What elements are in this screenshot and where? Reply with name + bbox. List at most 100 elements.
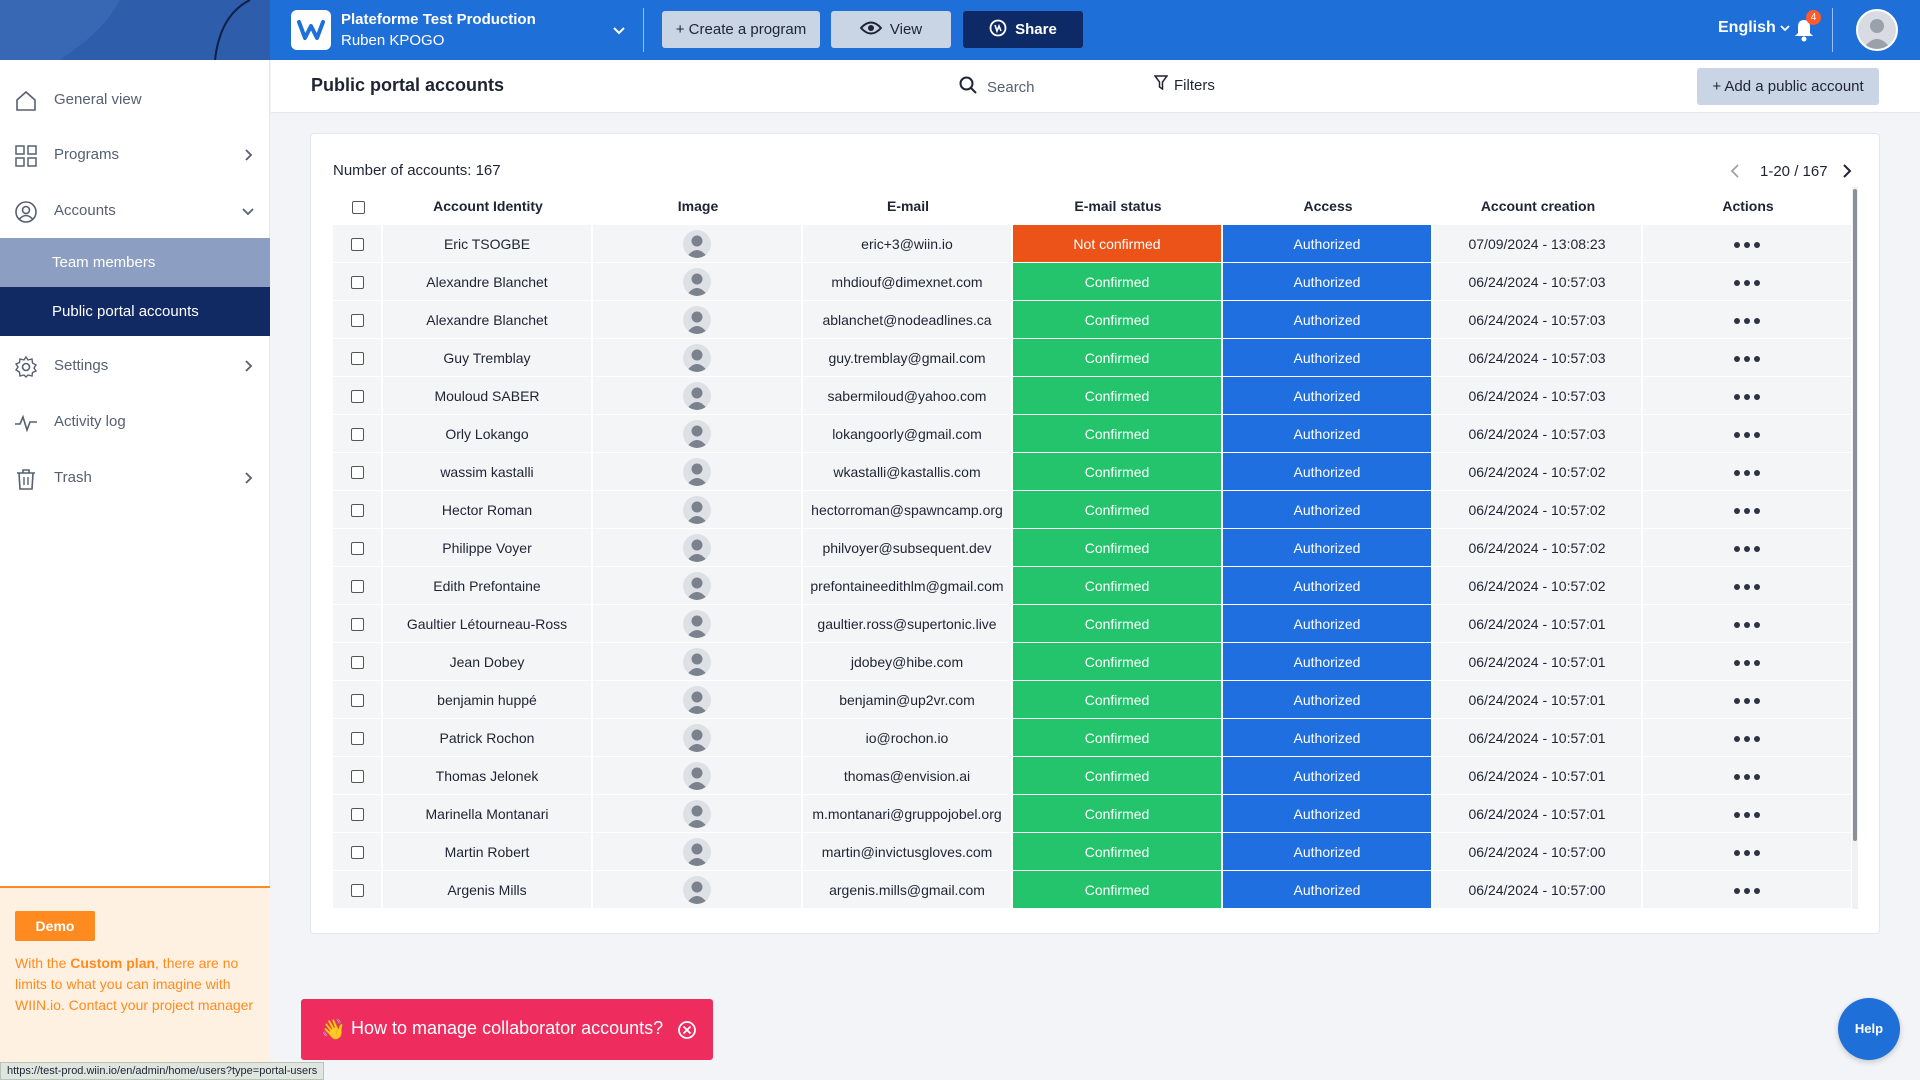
more-actions-icon[interactable]: [1734, 583, 1760, 590]
more-actions-icon[interactable]: [1734, 773, 1760, 780]
more-actions-icon[interactable]: [1734, 241, 1760, 248]
more-actions-icon[interactable]: [1734, 317, 1760, 324]
sidebar-item-general-view[interactable]: General view: [0, 75, 270, 125]
sidebar-item-programs[interactable]: Programs: [0, 130, 270, 180]
more-actions-icon[interactable]: [1734, 887, 1760, 894]
table-row[interactable]: Gaultier Létourneau-Ross gaultier.ross@su…: [333, 605, 1853, 643]
more-actions-icon[interactable]: [1734, 279, 1760, 286]
row-checkbox[interactable]: [350, 504, 364, 518]
row-checkbox[interactable]: [350, 352, 364, 366]
account-creation-cell: 07/09/2024 - 13:08:23: [1433, 225, 1643, 263]
more-actions-icon[interactable]: [1734, 735, 1760, 742]
user-avatar[interactable]: [1856, 9, 1898, 51]
table-row[interactable]: Martin Robert martin@invictusgloves.com Co…: [333, 833, 1853, 871]
column-header-email-status[interactable]: E-mail status: [1013, 187, 1223, 225]
image-cell: [593, 491, 803, 529]
access-badge: Authorized: [1223, 453, 1433, 491]
row-select-cell: [333, 795, 383, 833]
more-actions-icon[interactable]: [1734, 849, 1760, 856]
filters-button[interactable]: Filters: [1153, 75, 1215, 95]
column-header-account-identity[interactable]: Account Identity: [383, 187, 593, 225]
more-actions-icon[interactable]: [1734, 507, 1760, 514]
table-row[interactable]: Thomas Jelonek thomas@envision.ai Confirme…: [333, 757, 1853, 795]
table-row[interactable]: Patrick Rochon io@rochon.io Confirmed Autho…: [333, 719, 1853, 757]
row-checkbox[interactable]: [350, 770, 364, 784]
row-checkbox[interactable]: [350, 808, 364, 822]
row-checkbox[interactable]: [350, 428, 364, 442]
table-row[interactable]: Alexandre Blanchet mhdiouf@dimexnet.com Co…: [333, 263, 1853, 301]
column-header-image[interactable]: Image: [593, 187, 803, 225]
row-checkbox[interactable]: [350, 846, 364, 860]
demo-button[interactable]: Demo: [15, 911, 95, 941]
table-row[interactable]: Hector Roman hectorroman@spawncamp.org Con…: [333, 491, 1853, 529]
account-creation-cell: 06/24/2024 - 10:57:03: [1433, 339, 1643, 377]
column-header-access[interactable]: Access: [1223, 187, 1433, 225]
sidebar-item-settings[interactable]: Settings: [0, 341, 270, 391]
more-actions-icon[interactable]: [1734, 431, 1760, 438]
column-header-account-creation[interactable]: Account creation: [1433, 187, 1643, 225]
search-box[interactable]: [959, 74, 1119, 100]
row-checkbox[interactable]: [350, 542, 364, 556]
table-row[interactable]: Argenis Mills argenis.mills@gmail.com Conf…: [333, 871, 1853, 909]
activity-icon: [14, 411, 38, 435]
row-checkbox[interactable]: [350, 732, 364, 746]
create-program-button[interactable]: + Create a program: [662, 11, 820, 48]
row-checkbox[interactable]: [350, 694, 364, 708]
account-creation-cell: 06/24/2024 - 10:57:03: [1433, 301, 1643, 339]
status-bar-url: https://test-prod.wiin.io/en/admin/home/…: [0, 1062, 325, 1080]
help-toast[interactable]: 👋 How to manage collaborator accounts?: [301, 999, 713, 1060]
more-actions-icon[interactable]: [1734, 545, 1760, 552]
workspace-switcher[interactable]: Plateforme Test Production Ruben KPOGO: [291, 10, 625, 50]
more-actions-icon[interactable]: [1734, 393, 1760, 400]
row-select-cell: [333, 415, 383, 453]
table-row[interactable]: Eric TSOGBE eric+3@wiin.io Not confirmed Au…: [333, 225, 1853, 263]
help-button[interactable]: Help: [1838, 998, 1900, 1060]
account-creation-cell: 06/24/2024 - 10:57:02: [1433, 567, 1643, 605]
table-row[interactable]: Orly Lokango lokangoorly@gmail.com Confirm…: [333, 415, 1853, 453]
sidebar-item-accounts[interactable]: Accounts: [0, 186, 270, 236]
more-actions-icon[interactable]: [1734, 355, 1760, 362]
add-public-account-button[interactable]: + Add a public account: [1697, 68, 1879, 105]
table-row[interactable]: Philippe Voyer philvoyer@subsequent.dev Co…: [333, 529, 1853, 567]
row-checkbox[interactable]: [350, 390, 364, 404]
row-checkbox[interactable]: [350, 618, 364, 632]
table-row[interactable]: Jean Dobey jdobey@hibe.com Confirmed Author…: [333, 643, 1853, 681]
row-checkbox[interactable]: [350, 276, 364, 290]
table-row[interactable]: Marinella Montanari m.montanari@gruppojob…: [333, 795, 1853, 833]
table-row[interactable]: Guy Tremblay guy.tremblay@gmail.com Confir…: [333, 339, 1853, 377]
sidebar-item-team-members[interactable]: Team members: [0, 238, 270, 287]
row-checkbox[interactable]: [350, 884, 364, 898]
view-button[interactable]: View: [831, 11, 951, 48]
select-all-checkbox[interactable]: [351, 200, 365, 214]
share-button[interactable]: Share: [963, 11, 1083, 48]
table-row[interactable]: Edith Prefontaine prefontaineedithlm@gmai…: [333, 567, 1853, 605]
row-checkbox[interactable]: [350, 656, 364, 670]
more-actions-icon[interactable]: [1734, 659, 1760, 666]
more-actions-icon[interactable]: [1734, 811, 1760, 818]
table-row[interactable]: Mouloud SABER sabermiloud@yahoo.com Confir…: [333, 377, 1853, 415]
table-row[interactable]: wassim kastalli wkastalli@kastallis.com Co…: [333, 453, 1853, 491]
sidebar-item-activity-log[interactable]: Activity log: [0, 397, 270, 447]
row-checkbox[interactable]: [350, 238, 364, 252]
search-input[interactable]: [987, 78, 1107, 96]
table-scrollbar-thumb[interactable]: [1853, 189, 1857, 841]
table-row[interactable]: Alexandre Blanchet ablanchet@nodeadlines.…: [333, 301, 1853, 339]
more-actions-icon[interactable]: [1734, 469, 1760, 476]
row-checkbox[interactable]: [350, 580, 364, 594]
row-checkbox[interactable]: [350, 314, 364, 328]
access-badge: Authorized: [1223, 719, 1433, 757]
language-selector[interactable]: English: [1718, 19, 1790, 37]
sidebar-item-trash[interactable]: Trash: [0, 453, 270, 503]
row-checkbox[interactable]: [350, 466, 364, 480]
email-status-badge: Confirmed: [1013, 529, 1223, 567]
table-row[interactable]: benjamin huppé benjamin@up2vr.com Confirme…: [333, 681, 1853, 719]
chevron-right-icon[interactable]: [1838, 160, 1856, 182]
more-actions-icon[interactable]: [1734, 621, 1760, 628]
avatar: [683, 723, 711, 752]
chevron-left-icon[interactable]: [1726, 160, 1744, 182]
close-icon[interactable]: [677, 1020, 697, 1040]
eye-icon: [859, 21, 890, 39]
column-header-email[interactable]: E-mail: [803, 187, 1013, 225]
more-actions-icon[interactable]: [1734, 697, 1760, 704]
sidebar-item-public-portal-accounts[interactable]: Public portal accounts: [0, 287, 270, 336]
